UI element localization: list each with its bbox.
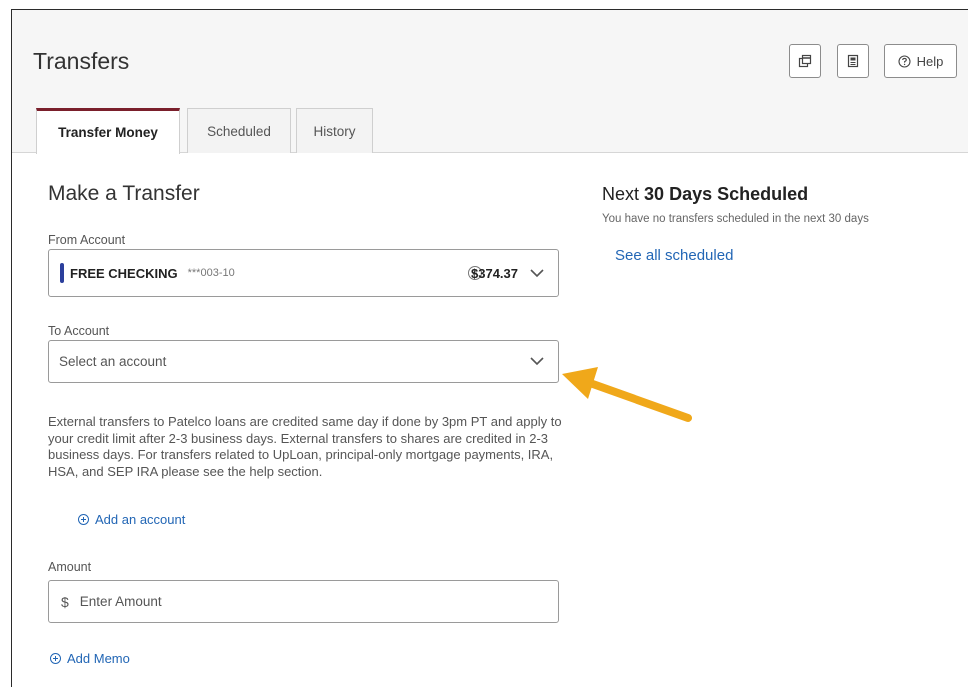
tab-label: Transfer Money bbox=[58, 125, 158, 140]
tab-history[interactable]: History bbox=[296, 108, 373, 153]
chevron-down-icon bbox=[530, 357, 544, 366]
help-label: Help bbox=[916, 53, 944, 69]
tab-transfer-money[interactable]: Transfer Money bbox=[36, 108, 180, 154]
tab-scheduled[interactable]: Scheduled bbox=[187, 108, 291, 153]
help-circle-icon bbox=[898, 54, 911, 68]
section-title: Make a Transfer bbox=[48, 182, 200, 205]
transfers-panel: Transfers Help Transfer Money Scheduled … bbox=[11, 9, 968, 687]
add-memo-label: Add Memo bbox=[67, 651, 130, 666]
next-scheduled-title: Next 30 Days Scheduled bbox=[602, 184, 808, 205]
print-button[interactable] bbox=[837, 44, 869, 78]
annotation-arrow-icon bbox=[562, 367, 692, 422]
to-account-select[interactable]: Select an account bbox=[48, 340, 559, 383]
account-color-bar bbox=[60, 263, 64, 283]
see-all-scheduled-link[interactable]: See all scheduled bbox=[615, 247, 733, 264]
from-account-label: From Account bbox=[48, 233, 126, 247]
amount-input[interactable]: $ Enter Amount bbox=[48, 580, 559, 623]
new-window-button[interactable] bbox=[789, 44, 821, 78]
add-memo-link[interactable]: Add Memo bbox=[50, 651, 130, 666]
plus-circle-icon bbox=[50, 653, 61, 664]
transfer-info-text: External transfers to Patelco loans are … bbox=[48, 414, 562, 479]
add-account-link[interactable]: Add an account bbox=[78, 512, 185, 527]
next-scheduled-subtitle: You have no transfers scheduled in the n… bbox=[602, 213, 869, 225]
add-account-label: Add an account bbox=[95, 512, 186, 527]
plus-circle-icon bbox=[78, 514, 89, 525]
next-title-suffix: Days Scheduled bbox=[669, 184, 809, 204]
from-account-name: FREE CHECKING bbox=[70, 265, 178, 281]
page-title: Transfers bbox=[33, 48, 130, 74]
page-header: Transfers Help Transfer Money Scheduled … bbox=[12, 10, 968, 154]
from-account-number: ***003-10 bbox=[187, 267, 235, 279]
print-icon bbox=[847, 54, 859, 68]
to-account-label: To Account bbox=[48, 324, 110, 338]
help-button[interactable]: Help bbox=[884, 44, 957, 78]
amount-label: Amount bbox=[48, 560, 92, 574]
tab-label: Scheduled bbox=[207, 123, 271, 139]
next-title-number: 30 bbox=[644, 184, 665, 204]
new-window-icon bbox=[798, 54, 812, 68]
tab-label: History bbox=[313, 123, 356, 139]
next-title-prefix: Next bbox=[602, 184, 640, 204]
to-account-placeholder: Select an account bbox=[59, 354, 167, 369]
amount-placeholder: Enter Amount bbox=[79, 594, 162, 609]
chevron-down-icon bbox=[530, 268, 544, 277]
currency-symbol: $ bbox=[61, 593, 69, 610]
from-account-balance: $374.37 bbox=[471, 265, 518, 281]
from-account-select[interactable]: FREE CHECKING ***003-10 A $374.37 bbox=[48, 249, 559, 297]
